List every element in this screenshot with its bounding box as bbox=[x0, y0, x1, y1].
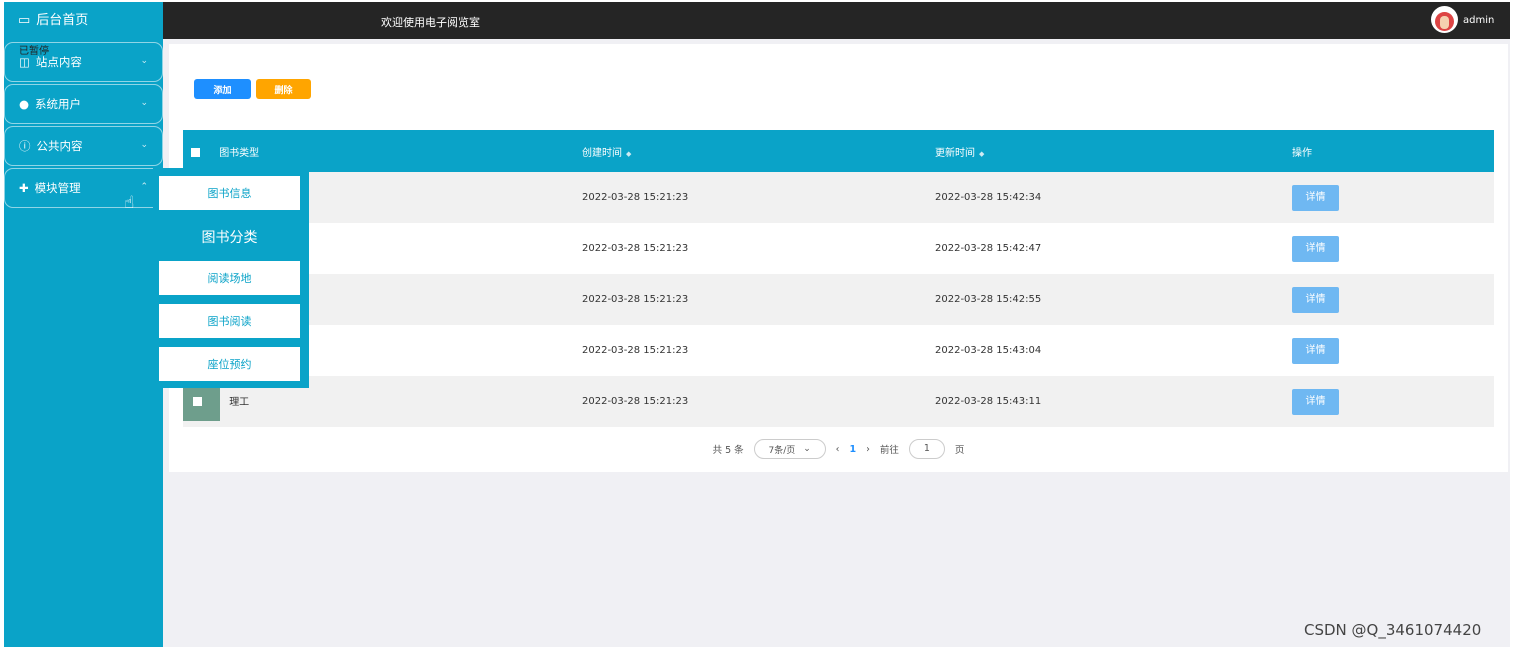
submenu-item-seat-booking[interactable]: 座位预约 bbox=[159, 347, 300, 381]
sidebar-item-label: 系统用户 bbox=[35, 97, 82, 111]
sidebar-item-label: 模块管理 bbox=[34, 181, 81, 195]
chevron-down-icon: ⌄ bbox=[140, 56, 148, 66]
cell-created: 2022-03-28 15:21:23 bbox=[582, 294, 689, 305]
table-row: 2022-03-28 15:21:23 2022-03-28 15:43:04 … bbox=[183, 325, 1494, 376]
pagination: 共 5 条 7条/页 ⌄ ‹ 1 › 前往 1 页 bbox=[169, 439, 1508, 459]
cell-updated: 2022-03-28 15:43:04 bbox=[935, 345, 1042, 356]
sidebar-item-public-content[interactable]: ⓘ 公共内容 ⌄ bbox=[4, 126, 163, 166]
cell-created: 2022-03-28 15:21:23 bbox=[582, 345, 689, 356]
table-row: 2022-03-28 15:21:23 2022-03-28 15:42:34 … bbox=[183, 172, 1494, 223]
cell-updated: 2022-03-28 15:42:34 bbox=[935, 192, 1042, 203]
main-content: 添加 删除 图书类型 创建时间 ◆ 更新时间 ◆ 操作 2022-03-28 1… bbox=[163, 39, 1510, 647]
chevron-down-icon: ⌄ bbox=[803, 444, 811, 454]
plus-circle-icon: ✚ bbox=[19, 181, 29, 195]
sort-icon[interactable]: ◆ bbox=[626, 150, 631, 158]
sidebar-item-site-content[interactable]: 已暂停 ◫ 站点内容 ⌄ bbox=[4, 42, 163, 82]
bookmark-icon: ◫ bbox=[19, 55, 30, 69]
goto-label: 前往 bbox=[879, 445, 899, 456]
goto-page-input[interactable]: 1 bbox=[908, 439, 945, 459]
delete-button[interactable]: 删除 bbox=[256, 79, 311, 99]
submenu-item-reading-venue[interactable]: 阅读场地 bbox=[159, 261, 300, 295]
submenu-item-book-category[interactable]: 图书分类 bbox=[159, 220, 300, 254]
content-card: 添加 删除 图书类型 创建时间 ◆ 更新时间 ◆ 操作 2022-03-28 1… bbox=[169, 44, 1508, 472]
module-submenu: 图书信息 图书分类 阅读场地 图书阅读 座位预约 bbox=[153, 168, 309, 388]
current-page[interactable]: 1 bbox=[849, 444, 856, 455]
sidebar-item-module-management[interactable]: ✚ 模块管理 ⌃ bbox=[4, 168, 163, 208]
header-created[interactable]: 创建时间 bbox=[582, 148, 622, 159]
cell-created: 2022-03-28 15:21:23 bbox=[582, 396, 689, 407]
detail-button[interactable]: 详情 bbox=[1292, 388, 1339, 415]
cell-type: 理工 bbox=[229, 396, 250, 408]
detail-button[interactable]: 详情 bbox=[1292, 286, 1339, 313]
username[interactable]: admin bbox=[1463, 15, 1494, 26]
page-size-value: 7条/页 bbox=[768, 445, 796, 456]
sidebar-item-label: 公共内容 bbox=[36, 139, 83, 153]
detail-button[interactable]: 详情 bbox=[1292, 337, 1339, 364]
chevron-up-icon: ⌃ bbox=[140, 182, 148, 192]
app-root: ▭ 后台首页 已暂停 ◫ 站点内容 ⌄ ● 系统用户 ⌄ ⓘ 公共内容 ⌄ ✚ … bbox=[0, 0, 1515, 649]
header-type: 图书类型 bbox=[219, 147, 260, 159]
page-suffix: 页 bbox=[954, 445, 965, 456]
avatar[interactable] bbox=[1431, 6, 1458, 33]
page-size-select[interactable]: 7条/页 ⌄ bbox=[753, 439, 826, 459]
cell-created: 2022-03-28 15:21:23 bbox=[582, 192, 689, 203]
sort-icon[interactable]: ◆ bbox=[979, 150, 984, 158]
table-header-row: 图书类型 创建时间 ◆ 更新时间 ◆ 操作 bbox=[183, 130, 1494, 172]
table-row: 2022-03-28 15:21:23 2022-03-28 15:42:47 … bbox=[183, 223, 1494, 274]
header-actions: 操作 bbox=[1292, 147, 1312, 159]
add-button[interactable]: 添加 bbox=[194, 79, 251, 99]
submenu-item-book-info[interactable]: 图书信息 bbox=[159, 176, 300, 210]
welcome-title: 欢迎使用电子阅览室 bbox=[381, 16, 480, 29]
user-icon: ● bbox=[19, 97, 30, 111]
sidebar: ▭ 后台首页 已暂停 ◫ 站点内容 ⌄ ● 系统用户 ⌄ ⓘ 公共内容 ⌄ ✚ … bbox=[4, 2, 163, 647]
cell-updated: 2022-03-28 15:42:47 bbox=[935, 243, 1042, 254]
submenu-item-book-reading[interactable]: 图书阅读 bbox=[159, 304, 300, 338]
sidebar-item-system-users[interactable]: ● 系统用户 ⌄ bbox=[4, 84, 163, 124]
info-icon: ⓘ bbox=[19, 139, 31, 153]
table-row: 2022-03-28 15:21:23 2022-03-28 15:42:55 … bbox=[183, 274, 1494, 325]
book-category-table: 图书类型 创建时间 ◆ 更新时间 ◆ 操作 2022-03-28 15:21:2… bbox=[183, 130, 1494, 427]
cell-updated: 2022-03-28 15:42:55 bbox=[935, 294, 1042, 305]
pagination-total: 共 5 条 bbox=[712, 445, 744, 456]
topbar: 欢迎使用电子阅览室 admin bbox=[163, 2, 1510, 39]
select-all-checkbox[interactable] bbox=[191, 148, 200, 157]
monitor-icon: ▭ bbox=[18, 13, 31, 28]
chevron-down-icon: ⌄ bbox=[140, 98, 148, 108]
hand-cursor-icon: ☝ bbox=[124, 193, 135, 213]
cell-updated: 2022-03-28 15:43:11 bbox=[935, 396, 1042, 407]
chevron-down-icon: ⌄ bbox=[140, 140, 148, 150]
paused-overlay: 已暂停 bbox=[19, 46, 49, 57]
row-select-box[interactable] bbox=[183, 382, 220, 421]
row-checkbox[interactable] bbox=[193, 396, 202, 406]
detail-button[interactable]: 详情 bbox=[1292, 184, 1339, 211]
cell-created: 2022-03-28 15:21:23 bbox=[582, 243, 689, 254]
watermark: CSDN @Q_3461074420 bbox=[1304, 621, 1482, 639]
sidebar-home-label: 后台首页 bbox=[36, 13, 89, 28]
table-row: 理工 2022-03-28 15:21:23 2022-03-28 15:43:… bbox=[183, 376, 1494, 427]
next-page-icon[interactable]: › bbox=[866, 444, 870, 455]
sidebar-home[interactable]: ▭ 后台首页 bbox=[4, 2, 163, 40]
prev-page-icon[interactable]: ‹ bbox=[836, 444, 840, 455]
detail-button[interactable]: 详情 bbox=[1292, 235, 1339, 262]
header-updated[interactable]: 更新时间 bbox=[935, 148, 975, 159]
